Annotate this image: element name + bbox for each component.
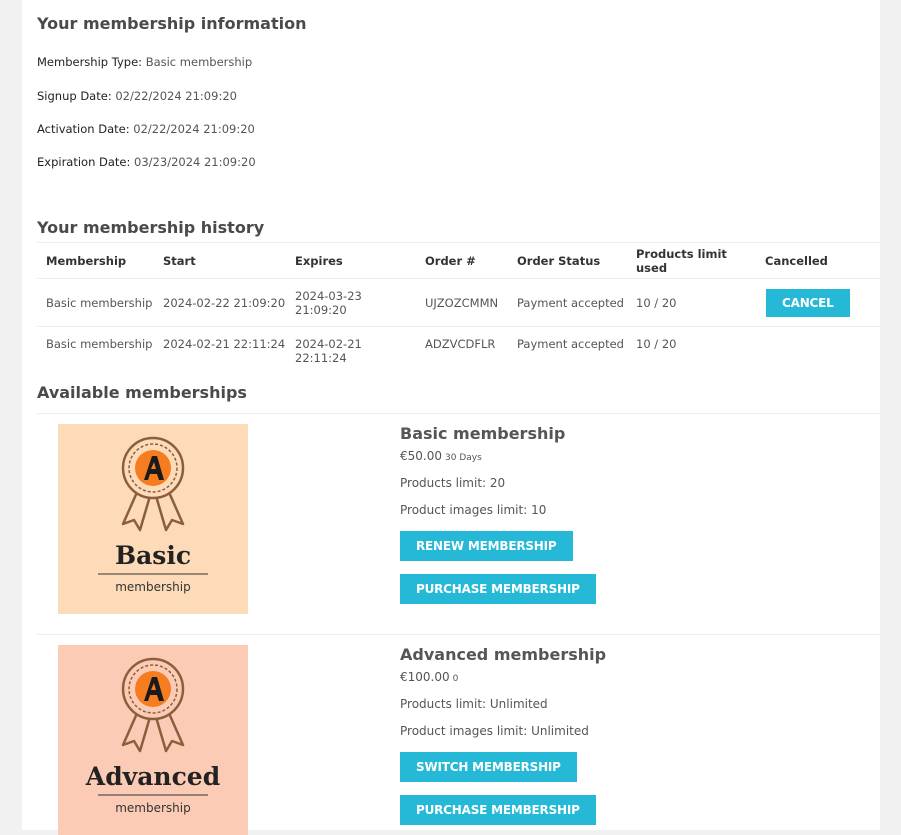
image-word: Advanced bbox=[85, 762, 220, 791]
membership-type-line: Membership Type: Basic membership bbox=[37, 55, 252, 69]
price-duration: 30 Days bbox=[445, 453, 482, 463]
cell-order-number: UJZOZCMMN bbox=[416, 278, 508, 327]
purchase-basic-membership-button[interactable]: PURCHASE MEMBERSHIP bbox=[400, 574, 596, 604]
activation-date-label: Activation Date: bbox=[37, 122, 130, 136]
col-membership: Membership bbox=[37, 242, 154, 279]
image-word: Basic bbox=[115, 541, 191, 570]
divider bbox=[37, 413, 880, 414]
membership-history-title: Your membership history bbox=[37, 218, 265, 237]
expiration-date-value: 03/23/2024 21:09:20 bbox=[134, 155, 256, 169]
cell-start: 2024-02-22 21:09:20 bbox=[154, 278, 286, 327]
signup-date-line: Signup Date: 02/22/2024 21:09:20 bbox=[37, 89, 237, 103]
expiration-date-line: Expiration Date: 03/23/2024 21:09:20 bbox=[37, 155, 256, 169]
col-order-status: Order Status bbox=[508, 242, 627, 279]
col-products-limit-used: Products limit used bbox=[627, 242, 756, 279]
advanced-membership-artwork: Advanced membership bbox=[58, 645, 248, 835]
basic-images-limit: Product images limit: 10 bbox=[400, 503, 547, 517]
cell-expires: 2024-02-21 22:11:24 bbox=[295, 337, 362, 365]
cell-start: 2024-02-21 22:11:24 bbox=[163, 337, 286, 351]
price-duration: 0 bbox=[452, 674, 459, 684]
table-row: Basic membership 2024-02-21 22:11:24 202… bbox=[37, 327, 880, 372]
available-memberships-title: Available memberships bbox=[37, 383, 247, 402]
advanced-products-limit: Products limit: Unlimited bbox=[400, 697, 548, 711]
cell-cancelled: CANCEL bbox=[756, 278, 880, 327]
cell-order-status: Payment accepted bbox=[517, 337, 624, 351]
divider bbox=[37, 634, 880, 635]
price-amount: €50.00 bbox=[400, 449, 442, 463]
advanced-membership-name: Advanced membership bbox=[400, 645, 607, 664]
cell-products-limit-used: 10 / 20 bbox=[636, 337, 677, 351]
cell-products-limit-used: 10 / 20 bbox=[627, 278, 756, 327]
basic-membership-artwork: Basic membership bbox=[58, 424, 248, 614]
table-row: Basic membership 2024-02-22 21:09:20 202… bbox=[37, 278, 880, 327]
advanced-images-limit: Product images limit: Unlimited bbox=[400, 724, 589, 738]
cell-membership: Basic membership bbox=[46, 337, 153, 351]
expiration-date-label: Expiration Date: bbox=[37, 155, 131, 169]
basic-products-limit: Products limit: 20 bbox=[400, 476, 506, 490]
col-start: Start bbox=[154, 242, 286, 279]
membership-type-label: Membership Type: bbox=[37, 55, 143, 69]
purchase-advanced-membership-button[interactable]: PURCHASE MEMBERSHIP bbox=[400, 795, 596, 825]
col-expires: Expires bbox=[286, 242, 416, 279]
cell-cancelled bbox=[756, 327, 880, 372]
cancel-button[interactable]: CANCEL bbox=[766, 288, 850, 317]
membership-history-table: Membership Start Expires Order # Order S… bbox=[37, 242, 880, 371]
membership-type-value: Basic membership bbox=[145, 55, 253, 69]
table-header-row: Membership Start Expires Order # Order S… bbox=[37, 242, 880, 279]
switch-membership-button[interactable]: SWITCH MEMBERSHIP bbox=[400, 752, 577, 782]
membership-info-title: Your membership information bbox=[37, 14, 307, 33]
advanced-membership-image: Advanced membership bbox=[58, 645, 248, 835]
cell-order-status: Payment accepted bbox=[508, 278, 627, 327]
activation-date-line: Activation Date: 02/22/2024 21:09:20 bbox=[37, 122, 255, 136]
basic-membership-name: Basic membership bbox=[400, 424, 566, 443]
basic-membership-image: Basic membership bbox=[58, 424, 248, 614]
signup-date-value: 02/22/2024 21:09:20 bbox=[115, 89, 237, 103]
col-cancelled: Cancelled bbox=[756, 242, 880, 279]
image-subtitle: membership bbox=[115, 580, 191, 594]
price-amount: €100.00 bbox=[400, 670, 450, 684]
col-order-number: Order # bbox=[416, 242, 508, 279]
signup-date-label: Signup Date: bbox=[37, 89, 112, 103]
renew-membership-button[interactable]: RENEW MEMBERSHIP bbox=[400, 531, 573, 561]
membership-panel: Your membership information Membership T… bbox=[22, 0, 880, 835]
cell-expires: 2024-03-23 21:09:20 bbox=[286, 278, 416, 327]
basic-membership-price: €50.00 30 Days bbox=[400, 449, 482, 463]
advanced-membership-price: €100.00 0 bbox=[400, 670, 458, 684]
activation-date-value: 02/22/2024 21:09:20 bbox=[133, 122, 255, 136]
cell-order-number: ADZVCDFLR bbox=[425, 337, 496, 351]
cell-membership: Basic membership bbox=[37, 278, 154, 327]
image-subtitle: membership bbox=[115, 801, 191, 815]
